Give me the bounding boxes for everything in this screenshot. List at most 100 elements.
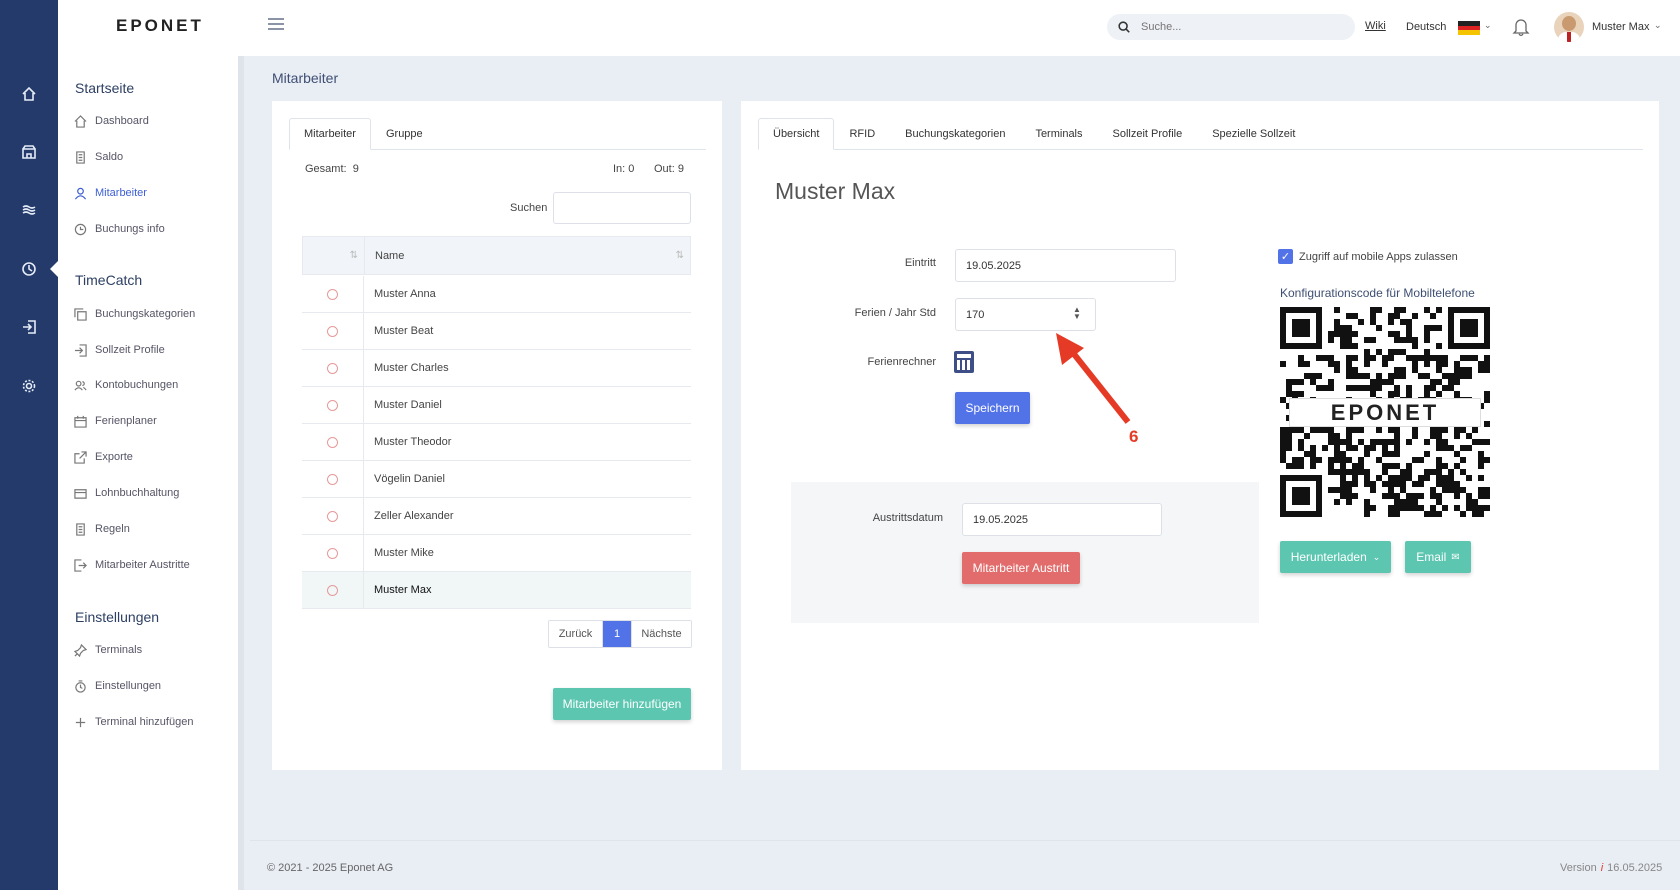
table-row[interactable]: Muster Mike [302, 535, 691, 572]
search-label: Suchen [510, 202, 548, 214]
table-row[interactable]: Zeller Alexander [302, 498, 691, 535]
row-select-cell[interactable] [302, 498, 364, 534]
german-flag-icon[interactable] [1458, 21, 1480, 35]
tab-gruppe[interactable]: Gruppe [371, 118, 438, 150]
save-button[interactable]: Speichern [955, 392, 1030, 424]
row-select-cell[interactable] [302, 572, 364, 608]
employee-name-cell[interactable]: Zeller Alexander [364, 510, 454, 522]
tab-mitarbeiter[interactable]: Mitarbeiter [289, 118, 371, 150]
row-radio[interactable] [327, 584, 338, 596]
row-radio[interactable] [327, 362, 338, 374]
row-select-cell[interactable] [302, 276, 364, 312]
language-label[interactable]: Deutsch [1406, 21, 1446, 33]
row-select-cell[interactable] [302, 350, 364, 386]
user-chevron-icon[interactable]: ⌄ [1654, 20, 1662, 31]
eintritt-input[interactable]: 19.05.2025 [955, 249, 1176, 282]
download-button[interactable]: Herunterladen ⌄ [1280, 541, 1391, 573]
tab-rfid[interactable]: RFID [834, 118, 890, 150]
sidebar-item-einstellungen[interactable]: Einstellungen [74, 677, 161, 695]
email-button[interactable]: Email ✉ [1405, 541, 1471, 573]
in-value: 0 [628, 163, 635, 175]
row-radio[interactable] [327, 510, 338, 522]
table-row[interactable]: Muster Daniel [302, 387, 691, 424]
sort-icon[interactable]: ⇅ [676, 250, 684, 261]
sidebar-item-buchungskategorien[interactable]: Buchungskategorien [74, 305, 195, 323]
mobile-access-checkbox[interactable]: ✓ [1278, 249, 1293, 264]
sidebar-item-regeln[interactable]: Regeln [74, 520, 130, 538]
tab-spezielle-sollzeit[interactable]: Spezielle Sollzeit [1197, 118, 1310, 150]
table-row[interactable]: Vögelin Daniel [302, 461, 691, 498]
sidebar-item-exporte[interactable]: Exporte [74, 448, 133, 466]
tab-sollzeit-profile[interactable]: Sollzeit Profile [1098, 118, 1198, 150]
row-select-cell[interactable] [302, 313, 364, 349]
employee-name-cell[interactable]: Muster Daniel [364, 399, 442, 411]
employee-exit-button[interactable]: Mitarbeiter Austritt [962, 552, 1080, 584]
add-employee-button[interactable]: Mitarbeiter hinzufügen [553, 688, 691, 720]
row-radio[interactable] [327, 436, 338, 448]
store-icon[interactable] [19, 142, 39, 162]
table-row[interactable]: Muster Max [302, 572, 691, 609]
row-select-cell[interactable] [302, 461, 364, 497]
sidebar-item-saldo[interactable]: Saldo [74, 148, 123, 166]
employee-name-cell[interactable]: Muster Anna [364, 288, 436, 300]
email-button-label: Email [1416, 550, 1447, 564]
pagination-next[interactable]: Nächste [631, 621, 691, 647]
search-input[interactable] [1141, 21, 1341, 33]
language-chevron-icon[interactable]: ⌄ [1484, 20, 1492, 31]
sidebar-item-kontobuchungen[interactable]: Kontobuchungen [74, 376, 178, 394]
user-name[interactable]: Muster Max [1592, 21, 1649, 33]
sidebar-item-mitarbeiter-austritte[interactable]: Mitarbeiter Austritte [74, 556, 190, 574]
row-radio[interactable] [327, 473, 338, 485]
avatar[interactable] [1554, 12, 1584, 42]
pagination-prev[interactable]: Zurück [549, 621, 603, 647]
employee-name-cell[interactable]: Vögelin Daniel [364, 473, 445, 485]
gear-icon[interactable] [19, 376, 39, 396]
employee-name-cell[interactable]: Muster Beat [364, 325, 433, 337]
sidebar-item-ferienplaner[interactable]: Ferienplaner [74, 412, 157, 430]
search-icon [1118, 21, 1130, 33]
sort-icon[interactable]: ⇅ [350, 250, 358, 261]
sidebar-item-buchungs-info[interactable]: Buchungs info [74, 220, 165, 238]
name-column-header[interactable]: Name ⇅ [365, 237, 690, 274]
row-select-cell[interactable] [302, 535, 364, 571]
stepper-arrows-icon[interactable]: ▲ ▼ [1073, 306, 1081, 321]
select-column-header[interactable]: ⇅ [303, 237, 365, 274]
employee-search-input[interactable] [553, 192, 691, 224]
employee-name-cell[interactable]: Muster Charles [364, 362, 449, 374]
row-select-cell[interactable] [302, 424, 364, 460]
table-row[interactable]: Muster Anna [302, 276, 691, 313]
sidebar-item-dashboard[interactable]: Dashboard [74, 112, 149, 130]
menu-toggle-icon[interactable] [268, 18, 284, 32]
bell-icon[interactable] [1512, 17, 1530, 40]
row-radio[interactable] [327, 399, 338, 411]
employee-name-cell[interactable]: Muster Max [364, 584, 431, 596]
sidebar-item-terminals[interactable]: Terminals [74, 641, 142, 659]
table-row[interactable]: Muster Theodor [302, 424, 691, 461]
austritt-input[interactable]: 19.05.2025 [962, 503, 1162, 536]
row-radio[interactable] [327, 547, 338, 559]
employee-name-cell[interactable]: Muster Mike [364, 547, 434, 559]
table-row[interactable]: Muster Charles [302, 350, 691, 387]
row-radio[interactable] [327, 288, 338, 300]
employee-name-cell[interactable]: Muster Theodor [364, 436, 451, 448]
tab-buchungskategorien[interactable]: Buchungskategorien [890, 118, 1020, 150]
search-bar[interactable] [1107, 14, 1355, 40]
table-row[interactable]: Muster Beat [302, 313, 691, 350]
tab-terminals[interactable]: Terminals [1020, 118, 1097, 150]
info-icon[interactable]: i [1601, 862, 1603, 874]
sidebar-item-sollzeit-profile[interactable]: Sollzeit Profile [74, 341, 165, 359]
row-radio[interactable] [327, 325, 338, 337]
login-icon[interactable] [19, 317, 39, 337]
waves-icon[interactable] [19, 200, 39, 220]
sidebar-item-terminal-hinzufuegen[interactable]: Terminal hinzufügen [74, 713, 193, 731]
sidebar-item-lohnbuchhaltung[interactable]: Lohnbuchhaltung [74, 484, 179, 502]
sidebar-item-mitarbeiter[interactable]: Mitarbeiter [74, 184, 147, 202]
wiki-link[interactable]: Wiki [1365, 20, 1386, 32]
tab-uebersicht[interactable]: Übersicht [758, 118, 835, 150]
pagination-current[interactable]: 1 [603, 621, 631, 647]
sidebar-item-label: Exporte [95, 451, 133, 463]
calculator-icon[interactable] [954, 351, 974, 373]
clock-icon[interactable] [19, 259, 39, 279]
home-icon[interactable] [19, 84, 39, 104]
row-select-cell[interactable] [302, 387, 364, 423]
